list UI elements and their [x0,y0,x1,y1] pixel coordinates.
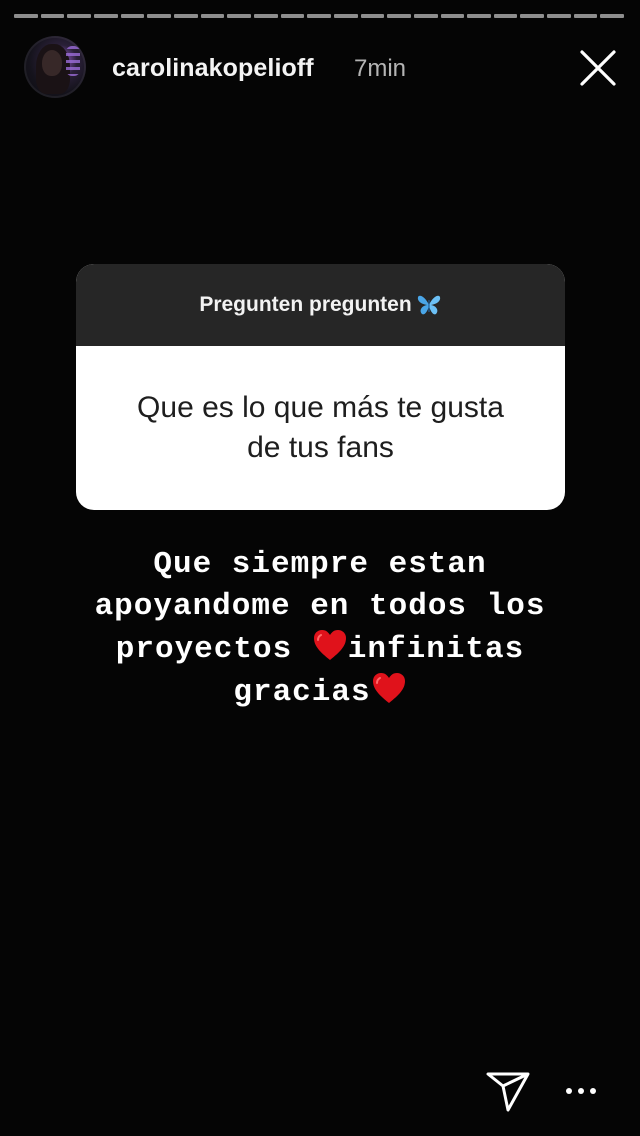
avatar[interactable] [24,36,86,98]
answer-line: proyectos infinitas [40,628,600,671]
butterfly-icon [416,294,442,316]
progress-segment [200,14,225,18]
progress-segment [280,14,305,18]
progress-segment [360,14,385,18]
progress-segment [120,14,145,18]
progress-segment [307,14,331,18]
progress-segment [467,14,491,18]
progress-segment [173,14,198,18]
story-progress-bar [14,14,625,18]
progress-segment [520,14,545,18]
heart-icon [371,671,407,705]
progress-segment [253,14,278,18]
answer-line: Que siempre estan [153,547,487,582]
progress-segment [493,14,518,18]
progress-segment [14,14,38,18]
progress-segment [440,14,465,18]
story-header: carolinakopelioff 7min [24,36,620,100]
more-options-icon[interactable] [566,1082,600,1100]
question-sticker-body: Que es lo que más te gusta de tus fans [76,346,565,510]
progress-segment [40,14,65,18]
progress-segment [387,14,411,18]
progress-segment [227,14,251,18]
answer-line: apoyandome en todos los [94,589,546,624]
question-text: Que es lo que más te gusta de tus fans [137,391,504,464]
progress-segment [600,14,625,18]
progress-segment [147,14,171,18]
progress-segment [93,14,118,18]
answer-line: gracias [40,671,600,714]
question-sticker-header: Pregunten pregunten [76,264,565,346]
question-sticker: Pregunten pregunten Que es lo que más te… [76,264,565,510]
send-icon[interactable] [484,1068,532,1114]
post-time: 7min [354,55,407,82]
username[interactable]: carolinakopelioff [112,54,314,83]
progress-segment [573,14,598,18]
progress-segment [413,14,438,18]
close-icon[interactable] [576,46,620,90]
question-sticker-title: Pregunten pregunten [199,293,412,316]
heart-icon [312,628,348,662]
progress-segment [333,14,358,18]
progress-segment [547,14,571,18]
answer-text: Que siempre estan apoyandome en todos lo… [40,544,600,714]
progress-segment [67,14,91,18]
